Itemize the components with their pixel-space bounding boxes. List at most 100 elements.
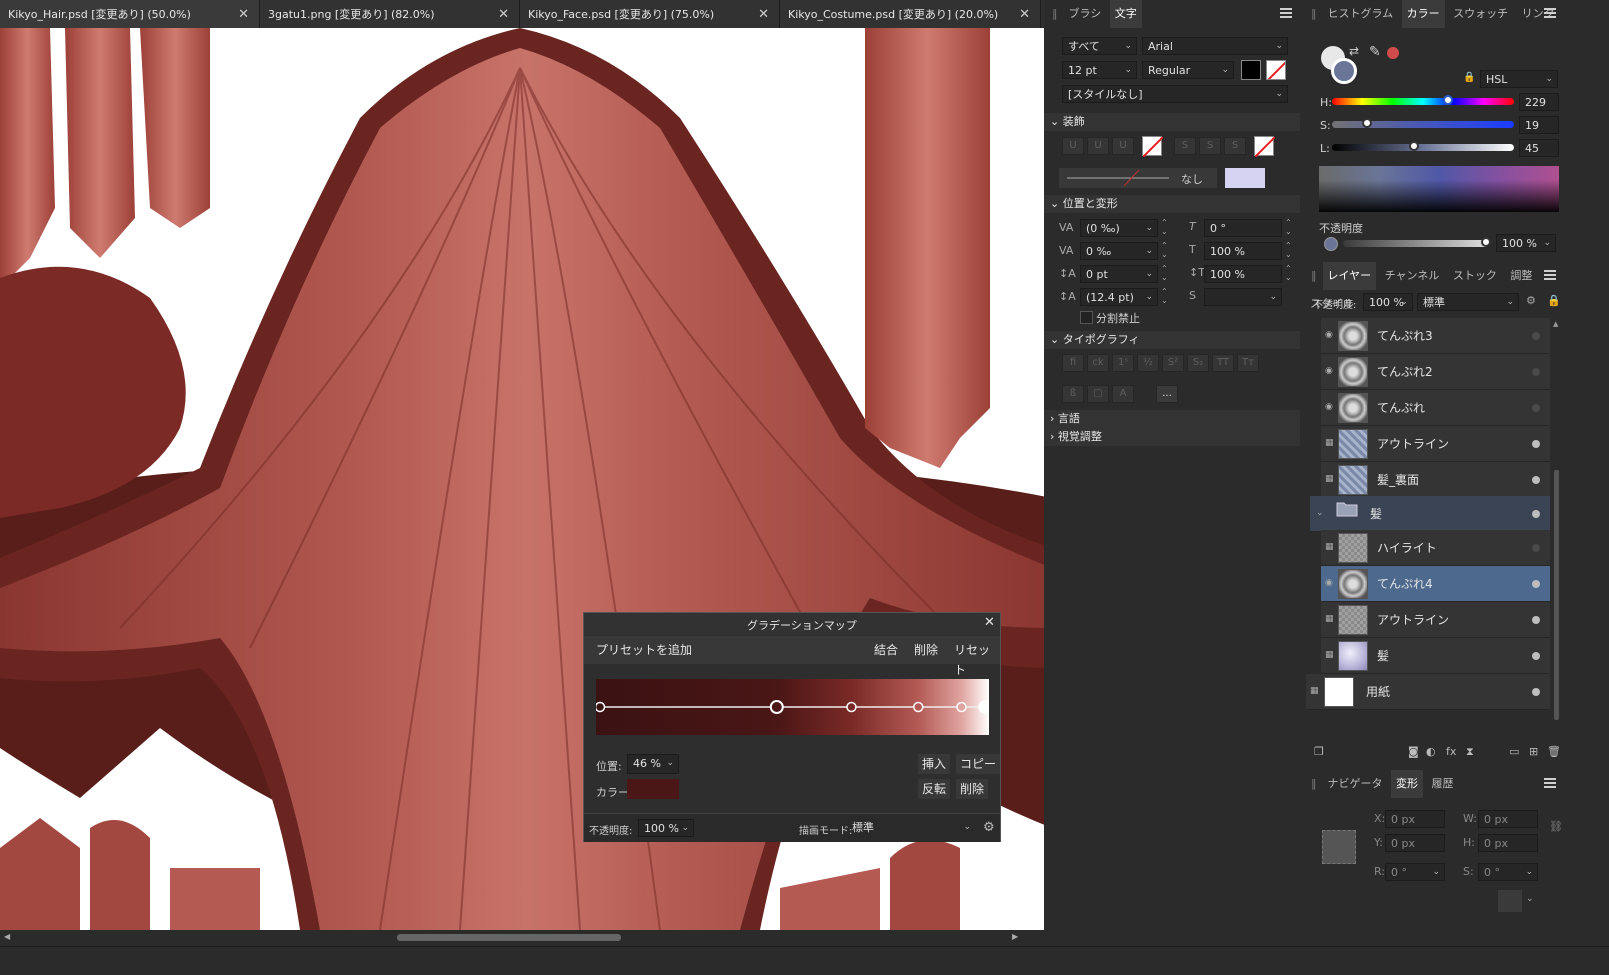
color-gradient-box[interactable] bbox=[1319, 166, 1559, 212]
visibility-toggle-icon[interactable]: ◉ bbox=[1325, 330, 1335, 340]
vertical-scale-field[interactable]: 100 % bbox=[1204, 265, 1282, 283]
baseline-shift-select[interactable]: ⌄ bbox=[1204, 288, 1282, 306]
lightness-slider[interactable] bbox=[1332, 141, 1514, 151]
decoration-line-preview[interactable]: なし bbox=[1059, 168, 1217, 188]
text-scope-select[interactable]: すべて ⌄ bbox=[1062, 37, 1137, 55]
gradient-stop-handle[interactable] bbox=[769, 700, 784, 714]
panel-grip-icon[interactable]: ‖ bbox=[1311, 770, 1319, 798]
h-field[interactable]: 0 px bbox=[1478, 834, 1538, 852]
decoration-color-swatch[interactable] bbox=[1225, 168, 1265, 188]
merge-button[interactable]: 結合 bbox=[870, 640, 903, 660]
blend-mode-select[interactable]: 標準 ⌄ bbox=[847, 819, 975, 837]
scroll-right-icon[interactable]: ▶ bbox=[1012, 932, 1018, 941]
layers-scroll-thumb[interactable] bbox=[1554, 470, 1559, 720]
ligature-button[interactable]: fi bbox=[1062, 354, 1084, 372]
panel-grip-icon[interactable]: ‖ bbox=[1311, 0, 1319, 28]
layers-scrollbar[interactable]: ▲ bbox=[1553, 320, 1561, 730]
live-filter-icon[interactable]: ⧗ bbox=[1466, 745, 1474, 759]
visibility-toggle-icon[interactable]: ◉ bbox=[1325, 402, 1335, 412]
layer-visibility-dot[interactable] bbox=[1532, 368, 1540, 376]
ordinal-button[interactable]: 1ˢ bbox=[1112, 354, 1134, 372]
kerning-stepper-icon[interactable]: ⌃ ⌄ bbox=[1161, 218, 1168, 236]
tab-color[interactable]: カラー bbox=[1401, 0, 1445, 28]
visibility-toggle-icon[interactable]: ◉ bbox=[1325, 578, 1335, 588]
close-icon[interactable]: ✕ bbox=[1019, 0, 1030, 28]
gradient-editor[interactable] bbox=[594, 679, 992, 735]
tab-stock[interactable]: ストック bbox=[1448, 262, 1502, 290]
layer-row[interactable]: ▦ 髪_裏面 bbox=[1321, 462, 1550, 498]
new-group-icon[interactable]: ▭ bbox=[1509, 745, 1519, 758]
transform-origin-button[interactable] bbox=[1498, 890, 1522, 912]
opacity-field[interactable]: 100 % ⌄ bbox=[638, 819, 694, 837]
gradient-stop-handle[interactable] bbox=[594, 701, 606, 713]
fill-color-circle[interactable] bbox=[1331, 58, 1357, 84]
horizontal-scrollbar[interactable]: ◀ ▶ bbox=[0, 930, 1067, 946]
swap-colors-icon[interactable]: ⇄ bbox=[1349, 44, 1359, 58]
scroll-up-icon[interactable]: ▲ bbox=[1553, 320, 1558, 328]
typography-section-header[interactable]: ⌄ タイポグラフィ bbox=[1044, 331, 1300, 349]
layer-row[interactable]: ◉ てんぷれ2 bbox=[1321, 354, 1550, 390]
underline-style-button[interactable]: U bbox=[1112, 137, 1134, 155]
superscript-button[interactable]: S² bbox=[1162, 354, 1184, 372]
layer-visibility-dot[interactable] bbox=[1532, 688, 1540, 696]
double-strikethrough-button[interactable]: S bbox=[1199, 137, 1221, 155]
saturation-slider-thumb[interactable] bbox=[1361, 118, 1372, 128]
paragraph-style-select[interactable]: [スタイルなし] ⌄ bbox=[1062, 85, 1288, 103]
x-field[interactable]: 0 px bbox=[1385, 810, 1445, 828]
hue-value-field[interactable]: 229 bbox=[1519, 93, 1559, 111]
more-typography-button[interactable]: ... bbox=[1156, 385, 1178, 403]
tab-histogram[interactable]: ヒストグラム bbox=[1323, 0, 1399, 28]
hue-slider-thumb[interactable] bbox=[1442, 95, 1453, 105]
gradient-stop-handle[interactable] bbox=[846, 701, 857, 713]
reverse-button[interactable]: 反転 bbox=[918, 779, 951, 799]
tab-brush[interactable]: ブラシ bbox=[1064, 0, 1107, 28]
picked-color-swatch[interactable] bbox=[1387, 47, 1399, 59]
gradient-stop-handle[interactable] bbox=[978, 700, 992, 714]
alternate-button[interactable]: A bbox=[1112, 385, 1134, 403]
layer-visibility-dot[interactable] bbox=[1532, 440, 1540, 448]
discretionary-ligature-button[interactable]: ck bbox=[1087, 354, 1109, 372]
tracking-stepper-icon[interactable]: ⌃ ⌄ bbox=[1161, 241, 1168, 259]
delete-stop-button[interactable]: 削除 bbox=[956, 779, 989, 799]
panel-menu-icon[interactable] bbox=[1544, 6, 1556, 20]
delete-preset-button[interactable]: 削除 bbox=[910, 640, 943, 660]
stop-color-swatch[interactable] bbox=[627, 779, 679, 799]
tracking-field[interactable]: 0 ‰ ⌄ bbox=[1080, 242, 1158, 260]
lock-transparency-icon[interactable]: ▦ bbox=[1325, 650, 1335, 660]
small-caps-button[interactable]: Tт bbox=[1237, 354, 1259, 372]
lock-icon[interactable]: 🔒 bbox=[1463, 72, 1475, 83]
new-layer-icon[interactable]: ⊞ bbox=[1529, 745, 1538, 758]
tab-channels[interactable]: チャンネル bbox=[1380, 262, 1445, 290]
lock-transparency-icon[interactable]: ▦ bbox=[1325, 438, 1335, 448]
scroll-left-icon[interactable]: ◀ bbox=[4, 932, 10, 941]
layer-visibility-dot[interactable] bbox=[1532, 616, 1540, 624]
close-icon[interactable]: ✕ bbox=[498, 0, 509, 28]
layer-row[interactable]: ▦ 用紙 bbox=[1306, 674, 1550, 710]
no-break-checkbox[interactable] bbox=[1080, 311, 1093, 324]
close-icon[interactable]: ✕ bbox=[238, 0, 249, 28]
layer-visibility-dot[interactable] bbox=[1532, 332, 1540, 340]
all-caps-button[interactable]: TT bbox=[1212, 354, 1234, 372]
add-preset-button[interactable]: プリセットを追加 bbox=[592, 640, 697, 660]
lock-layer-icon[interactable]: 🔒 bbox=[1547, 294, 1561, 307]
shear-stepper-icon[interactable]: ⌃ ⌄ bbox=[1285, 218, 1292, 236]
tab-text[interactable]: 文字 bbox=[1109, 0, 1142, 28]
layer-row[interactable]: ▦ アウトライン bbox=[1321, 426, 1550, 462]
reset-button[interactable]: リセット bbox=[950, 640, 1000, 677]
expand-group-chevron-icon[interactable]: ⌄ bbox=[1316, 508, 1326, 518]
layer-opacity-select[interactable]: 100 % ⌄ bbox=[1363, 293, 1413, 311]
tab-kikyo-face[interactable]: Kikyo_Face.psd [変更あり] (75.0%) ✕ bbox=[520, 0, 780, 28]
visual-adjust-section-header[interactable]: › 視覚調整 bbox=[1044, 428, 1300, 446]
w-field[interactable]: 0 px bbox=[1478, 810, 1538, 828]
gradient-stop-handle[interactable] bbox=[913, 701, 924, 713]
trash-icon[interactable]: 🗑 bbox=[1547, 745, 1561, 758]
tab-kikyo-hair[interactable]: Kikyo_Hair.psd [変更あり] (50.0%) ✕ bbox=[0, 0, 260, 28]
layer-blend-mode-select[interactable]: 標準 ⌄ bbox=[1417, 293, 1519, 311]
hue-slider[interactable] bbox=[1332, 95, 1514, 105]
copy-stop-button[interactable]: コピー bbox=[956, 754, 1000, 774]
insert-stop-button[interactable]: 挿入 bbox=[918, 754, 951, 774]
position-field[interactable]: 46 % ⌄ bbox=[627, 754, 679, 774]
lock-transparency-icon[interactable]: ▦ bbox=[1325, 614, 1335, 624]
eyedropper-icon[interactable]: ✎ bbox=[1369, 44, 1381, 60]
swash-button[interactable]: ▢ bbox=[1087, 385, 1109, 403]
